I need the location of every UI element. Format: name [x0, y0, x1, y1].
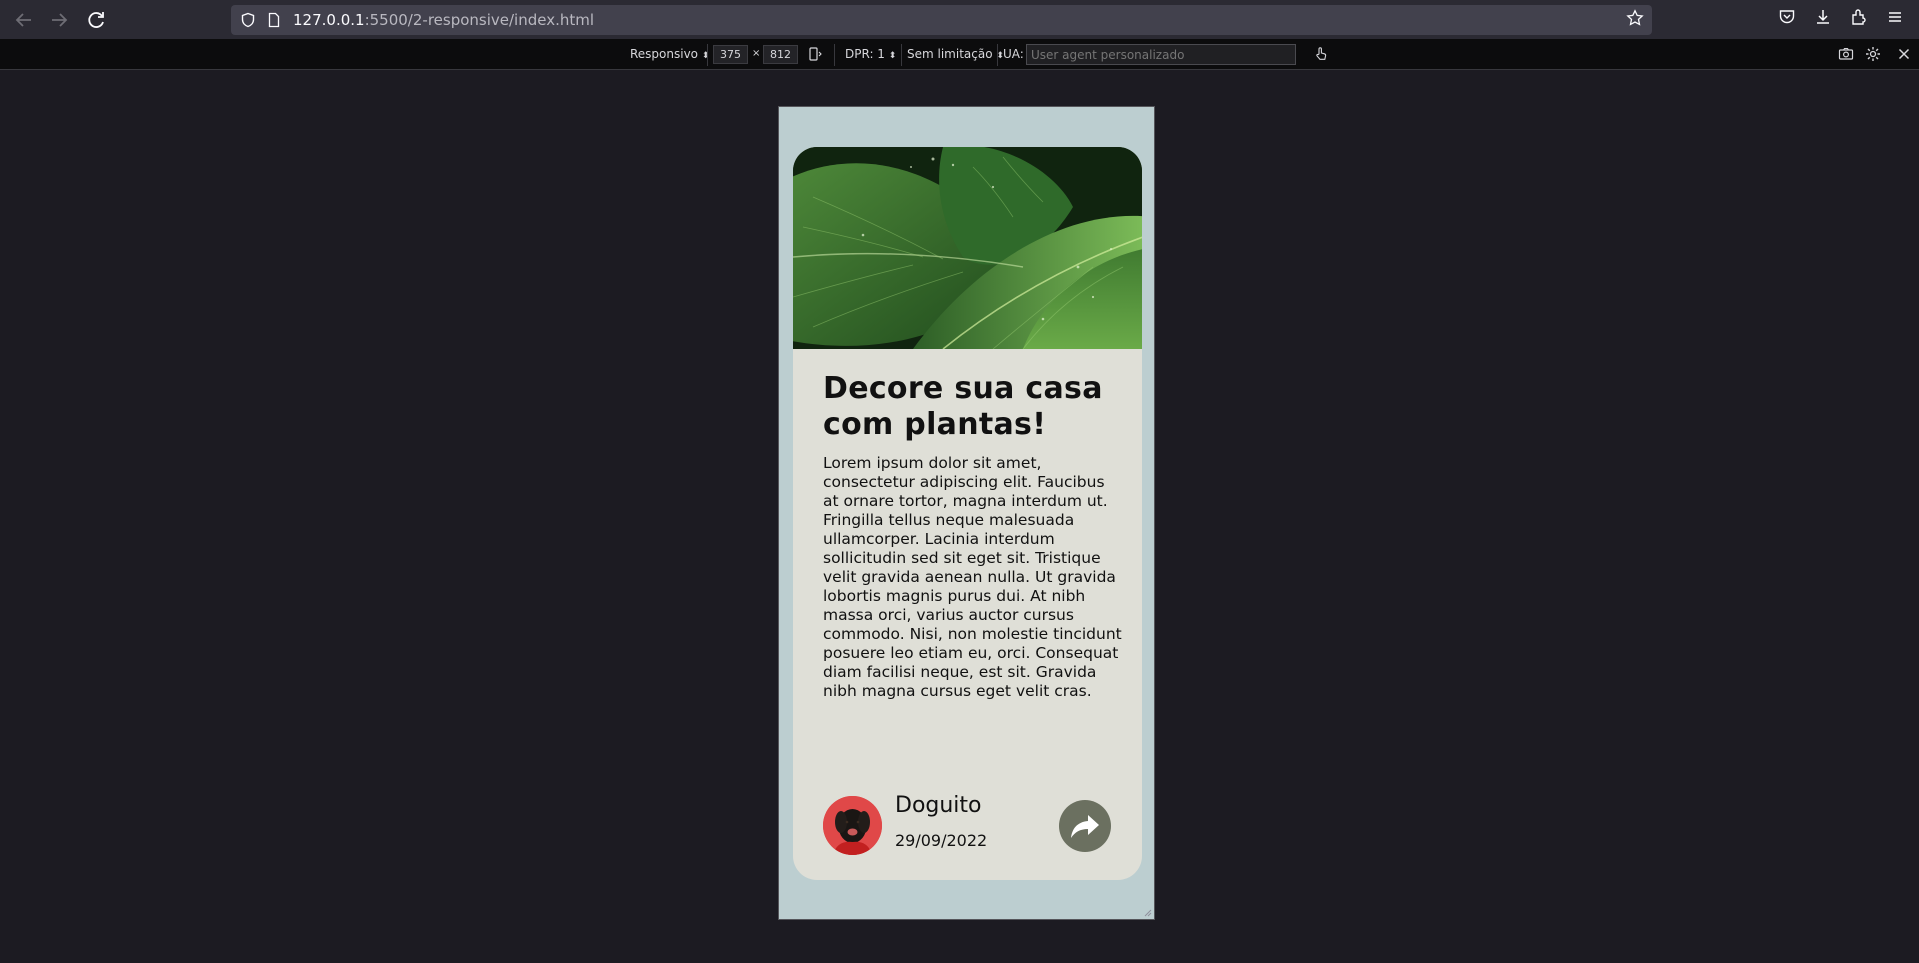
back-arrow-icon[interactable] [12, 8, 36, 32]
author-name: Doguito [895, 793, 982, 818]
shield-icon[interactable] [240, 12, 256, 28]
divider [834, 44, 835, 66]
user-agent-input[interactable] [1026, 44, 1296, 65]
card-body-text: Lorem ipsum dolor sit amet, consectetur … [823, 454, 1122, 700]
divider [997, 44, 998, 66]
settings-gear-icon[interactable] [1864, 46, 1882, 64]
downloads-icon[interactable] [1811, 8, 1835, 32]
viewport-width-input[interactable]: 375 [713, 45, 748, 64]
divider [707, 44, 708, 66]
reload-icon[interactable] [84, 8, 108, 32]
menu-icon[interactable] [1883, 8, 1907, 32]
device-selector-label: Responsivo [630, 47, 699, 61]
share-button[interactable] [1059, 800, 1111, 852]
bookmark-star-icon[interactable] [1626, 9, 1644, 32]
screenshot-icon[interactable] [1837, 46, 1855, 64]
divider [901, 44, 902, 66]
updown-icon: ⬍ [888, 51, 897, 61]
device-selector[interactable]: Responsivo ⬍ [630, 47, 709, 61]
post-date: 29/09/2022 [895, 831, 988, 850]
author-avatar [823, 796, 882, 855]
url-host: 127.0.0.1 [293, 11, 365, 29]
dimension-separator: × [752, 48, 761, 59]
page-icon[interactable] [266, 12, 282, 28]
url-path: :5500/2-responsive/index.html [364, 11, 595, 29]
extensions-icon[interactable] [1847, 8, 1871, 32]
card-title: Decore sua casa com plantas! [823, 371, 1103, 442]
dpr-selector-label: DPR: 1 [845, 47, 885, 61]
pocket-icon[interactable] [1775, 8, 1799, 32]
plant-card: Decore sua casa com plantas! Lorem ipsum… [793, 147, 1142, 880]
forward-arrow-icon[interactable] [47, 8, 71, 32]
browser-toolbar: 127.0.0.1:5500/2-responsive/index.html [0, 0, 1919, 40]
touch-simulation-icon[interactable] [1312, 46, 1330, 64]
share-arrow-icon [1071, 815, 1099, 838]
ua-label: UA: [1003, 47, 1024, 61]
updown-icon: ⬍ [701, 51, 710, 61]
hero-plant-image [793, 147, 1142, 349]
url-text[interactable]: 127.0.0.1:5500/2-responsive/index.html [293, 11, 594, 29]
dpr-selector[interactable]: DPR: 1 ⬍ [845, 47, 896, 61]
url-bar[interactable]: 127.0.0.1:5500/2-responsive/index.html [231, 5, 1652, 35]
responsive-design-toolbar: Responsivo ⬍ 375 × 812 DPR: 1 ⬍ Sem limi… [0, 40, 1919, 70]
throttle-selector-label: Sem limitação [907, 47, 993, 61]
throttle-selector[interactable]: Sem limitação ⬍ [907, 47, 1004, 61]
responsive-viewport: Decore sua casa com plantas! Lorem ipsum… [778, 106, 1155, 920]
rotate-viewport-icon[interactable] [806, 46, 824, 64]
close-icon[interactable] [1895, 46, 1913, 64]
viewport-height-input[interactable]: 812 [763, 45, 798, 64]
resize-handle-icon[interactable] [1142, 907, 1152, 917]
